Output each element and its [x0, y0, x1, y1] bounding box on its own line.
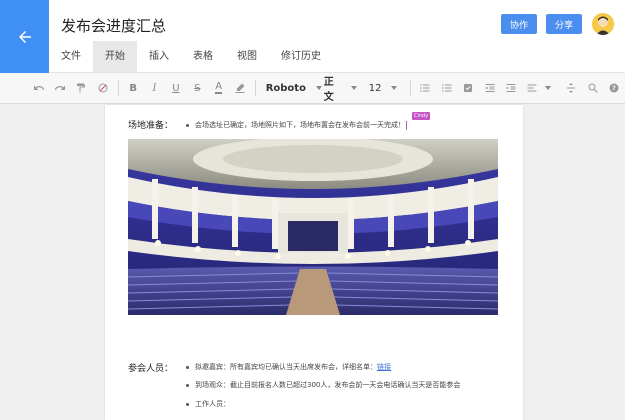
- highlight-button[interactable]: [229, 77, 250, 99]
- strikethrough-button[interactable]: S: [187, 77, 208, 99]
- venue-bullet-text: 会场选址已确定，场地照片如下，场地布置会在发布会前一天完成！: [195, 121, 405, 129]
- audience-text: 到场观众：截止目前报名人数已超过300人，发布会前一天会电话确认当天是否能参会: [195, 381, 461, 389]
- venue-label: 场地准备：: [128, 121, 174, 131]
- checklist-icon: [464, 84, 473, 92]
- chevron-down-icon: [544, 86, 551, 90]
- italic-button[interactable]: I: [144, 77, 165, 99]
- indent-button[interactable]: [500, 77, 521, 99]
- undo-icon: [33, 85, 44, 90]
- unordered-list-icon: [420, 84, 430, 92]
- bold-button[interactable]: B: [122, 77, 143, 99]
- line-spacing-button[interactable]: [561, 77, 582, 99]
- help-button[interactable]: ?: [604, 77, 625, 99]
- undo-button[interactable]: [28, 77, 49, 99]
- attendees-bullet-staff[interactable]: 工作人员：: [186, 399, 230, 409]
- clear-format-button[interactable]: [92, 77, 113, 99]
- guest-list-link[interactable]: 链接: [377, 363, 391, 371]
- font-color-button[interactable]: A: [208, 77, 229, 99]
- clear-format-icon: [98, 83, 108, 93]
- highlight-icon: [235, 83, 245, 93]
- help-icon: ?: [609, 83, 619, 93]
- svg-text:?: ?: [612, 85, 616, 92]
- menu-file[interactable]: 文件: [49, 41, 93, 72]
- back-button[interactable]: [0, 0, 49, 73]
- guests-text: 拟邀嘉宾：所有嘉宾均已确认当天出席发布会，详细名单：: [195, 363, 377, 371]
- avatar[interactable]: [592, 13, 614, 35]
- attendees-bullet-guests[interactable]: 拟邀嘉宾：所有嘉宾均已确认当天出席发布会，详细名单：链接: [186, 362, 391, 372]
- bold-icon: B: [129, 82, 137, 94]
- underline-button[interactable]: U: [165, 77, 186, 99]
- font-family-value: Roboto: [265, 82, 306, 94]
- venue-photo[interactable]: [128, 139, 498, 315]
- collaborator-cursor-tag: Cindy: [412, 112, 431, 120]
- bullet-dot: [186, 365, 189, 369]
- paragraph-style-select[interactable]: 正文: [318, 77, 363, 103]
- format-toolbar: B I U S A Roboto 正文 12 ?: [0, 73, 625, 104]
- ordered-list-button[interactable]: [436, 77, 457, 99]
- align-button[interactable]: [522, 77, 543, 99]
- format-painter-button[interactable]: [71, 77, 92, 99]
- collaborate-button[interactable]: 协作: [501, 14, 537, 34]
- toolbar-divider: [409, 80, 411, 96]
- align-dropdown[interactable]: [543, 77, 553, 99]
- strikethrough-icon: S: [194, 82, 201, 94]
- bullet-dot: [186, 383, 189, 387]
- search-icon: [588, 83, 598, 93]
- menu-insert[interactable]: 插入: [137, 41, 181, 72]
- chevron-down-icon: [391, 86, 398, 90]
- font-color-icon: A: [215, 81, 223, 94]
- italic-icon: I: [152, 82, 157, 94]
- menu-view[interactable]: 视图: [225, 41, 269, 72]
- top-bar: 发布会进度汇总 文件 开始 插入 表格 视图 修订历史 协作 分享: [0, 0, 625, 73]
- share-button[interactable]: 分享: [546, 14, 582, 34]
- text-cursor: [406, 120, 407, 130]
- arrow-left-icon: [18, 30, 31, 43]
- unordered-list-button[interactable]: [415, 77, 436, 99]
- outdent-button[interactable]: [479, 77, 500, 99]
- chevron-down-icon: [350, 86, 357, 90]
- document-title: 发布会进度汇总: [61, 17, 167, 35]
- checklist-button[interactable]: [458, 77, 479, 99]
- menu-table[interactable]: 表格: [181, 41, 225, 72]
- outdent-icon: [485, 84, 495, 92]
- bullet-dot: [186, 123, 189, 127]
- attendees-label: 参会人员：: [128, 364, 174, 374]
- redo-button[interactable]: [49, 77, 70, 99]
- ordered-list-icon: [441, 84, 452, 92]
- toolbar-divider: [117, 80, 119, 96]
- venue-bullet[interactable]: 会场选址已确定，场地照片如下，场地布置会在发布会前一天完成！: [186, 120, 407, 130]
- font-size-value: 12: [368, 82, 382, 94]
- indent-icon: [506, 84, 516, 92]
- menu-home[interactable]: 开始: [93, 41, 137, 72]
- main-menu: 文件 开始 插入 表格 视图 修订历史: [49, 41, 333, 72]
- underline-icon: U: [172, 82, 180, 94]
- attendees-bullet-audience[interactable]: 到场观众：截止目前报名人数已超过300人，发布会前一天会电话确认当天是否能参会: [186, 380, 460, 390]
- align-icon: [527, 84, 537, 92]
- toolbar-divider: [254, 80, 256, 96]
- format-painter-icon: [77, 83, 86, 93]
- search-button[interactable]: [582, 77, 603, 99]
- bullet-dot: [186, 402, 189, 406]
- paragraph-style-value: 正文: [323, 77, 334, 103]
- font-size-select[interactable]: 12: [363, 77, 406, 99]
- redo-icon: [54, 85, 66, 90]
- menu-revision-history[interactable]: 修订历史: [269, 41, 333, 72]
- font-family-select[interactable]: Roboto: [260, 77, 322, 99]
- line-spacing-icon: [567, 83, 576, 93]
- staff-text: 工作人员：: [195, 400, 230, 408]
